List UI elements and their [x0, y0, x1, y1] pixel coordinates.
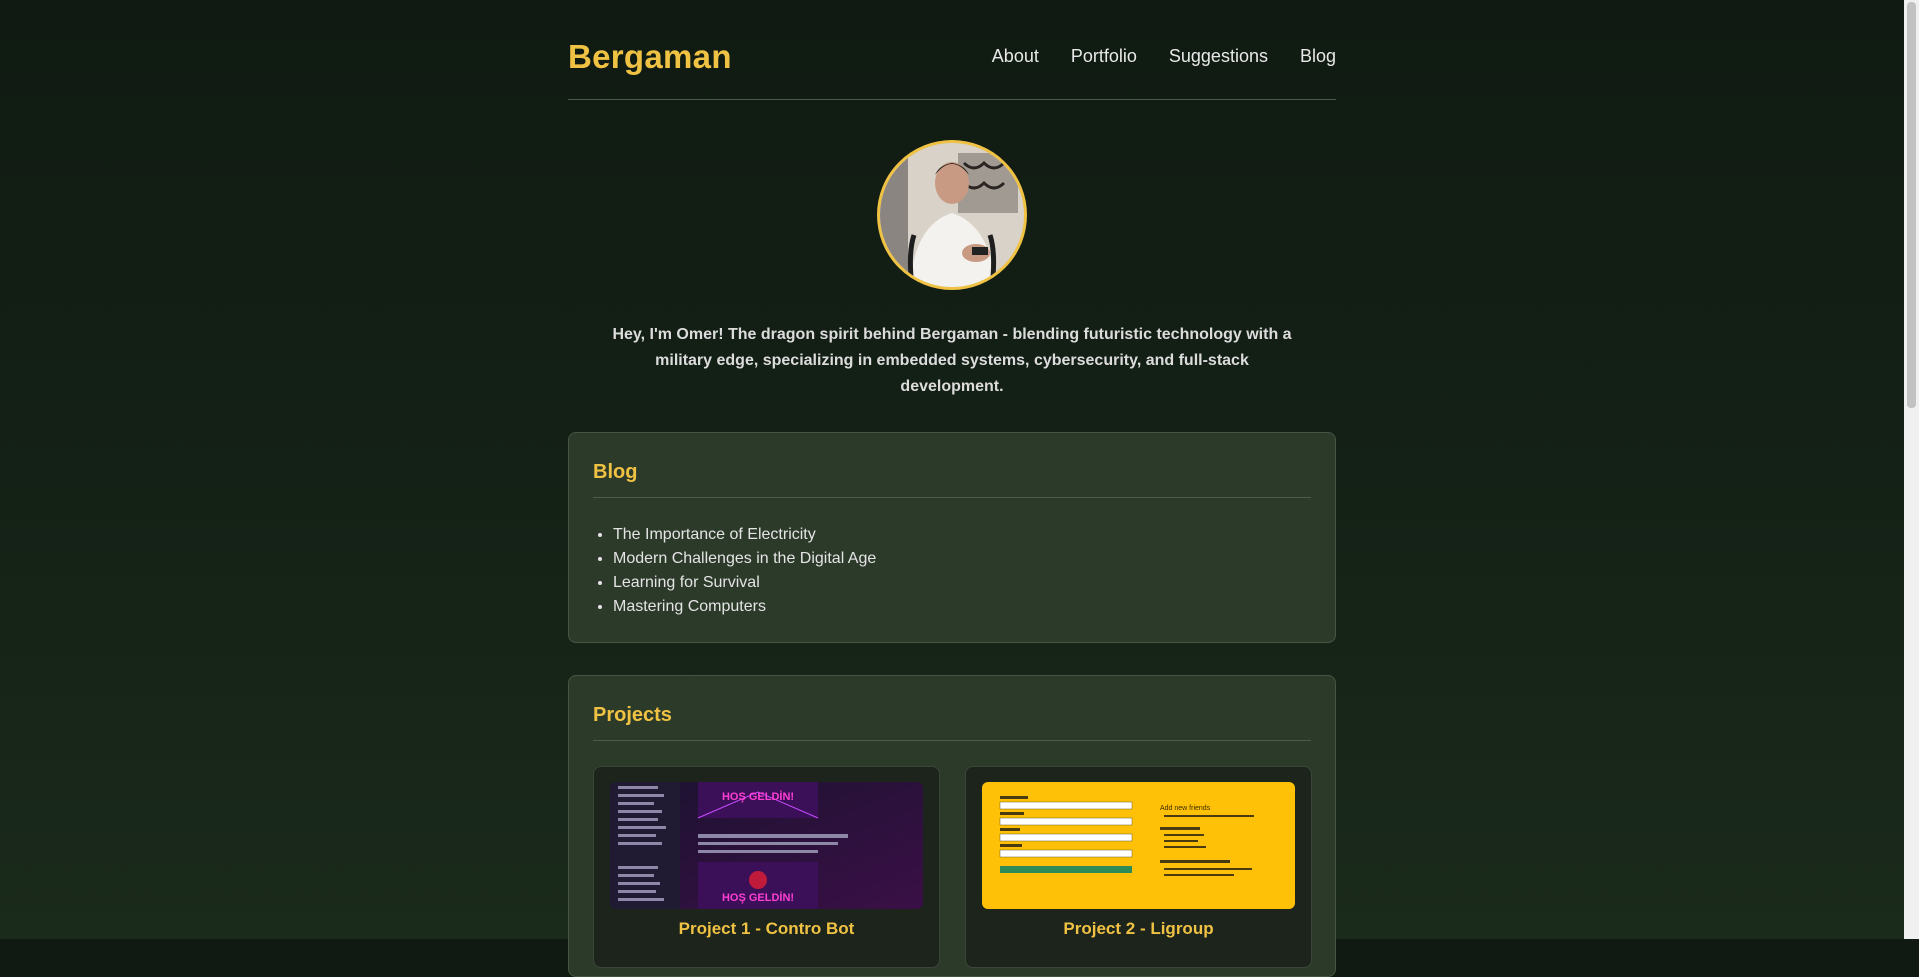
projects-title: Projects	[593, 704, 672, 726]
divider	[593, 497, 1311, 498]
nav-portfolio[interactable]: Portfolio	[1071, 46, 1137, 67]
nav-about[interactable]: About	[992, 46, 1039, 67]
project-card-ligroup[interactable]: Add new friends Project 2 - Ligroup	[965, 766, 1312, 968]
ligroup-screenshot-icon: Add new friends	[982, 782, 1295, 909]
blog-post-link[interactable]: The Importance of Electricity	[613, 523, 876, 547]
svg-text:HOŞ GELDİN!: HOŞ GELDİN!	[722, 891, 794, 904]
project-thumbnail: Add new friends	[982, 782, 1295, 909]
nav-suggestions[interactable]: Suggestions	[1169, 46, 1268, 67]
avatar	[877, 140, 1027, 290]
profile-photo-icon	[880, 143, 1024, 287]
intro-text: Hey, I'm Omer! The dragon spirit behind …	[612, 326, 1292, 395]
discord-screenshot-icon: HOŞ GELDİN! HOŞ GELDİN!	[610, 782, 923, 909]
project-thumbnail: HOŞ GELDİN! HOŞ GELDİN!	[610, 782, 923, 909]
blog-section: Blog The Importance of Electricity Moder…	[568, 432, 1336, 643]
blog-post-link[interactable]: Mastering Computers	[613, 595, 876, 619]
svg-text:Add new friends: Add new friends	[1160, 805, 1211, 812]
project-title[interactable]: Project 2 - Ligroup	[966, 919, 1311, 939]
page-container: Bergaman About Portfolio Suggestions Blo…	[568, 0, 1336, 977]
blog-title: Blog	[593, 461, 638, 483]
page-scrollbar[interactable]	[1904, 0, 1919, 939]
nav-blog[interactable]: Blog	[1300, 46, 1336, 67]
blog-post-link[interactable]: Learning for Survival	[613, 571, 876, 595]
divider	[593, 740, 1311, 741]
project-card-contro-bot[interactable]: HOŞ GELDİN! HOŞ GELDİN! Project 1 - Cont…	[593, 766, 940, 968]
blog-list: The Importance of Electricity Modern Cha…	[591, 523, 876, 619]
main-nav: About Portfolio Suggestions Blog	[992, 46, 1336, 67]
project-title[interactable]: Project 1 - Contro Bot	[594, 919, 939, 939]
site-logo[interactable]: Bergaman	[568, 38, 732, 76]
site-header: Bergaman About Portfolio Suggestions Blo…	[568, 0, 1336, 100]
blog-post-link[interactable]: Modern Challenges in the Digital Age	[613, 547, 876, 571]
projects-section: Projects HOŞ GELDİN! HOŞ GELDİN! Project…	[568, 675, 1336, 977]
scrollbar-thumb[interactable]	[1907, 2, 1916, 408]
svg-text:HOŞ GELDİN!: HOŞ GELDİN!	[722, 790, 794, 803]
